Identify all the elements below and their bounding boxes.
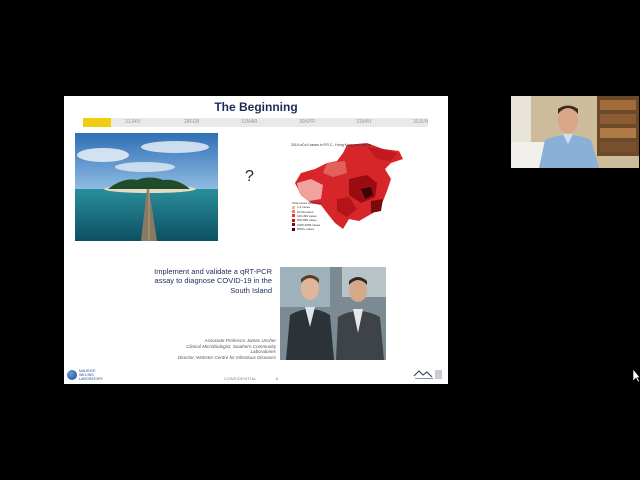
page-number: 6 (276, 376, 279, 381)
legend-label: 5000+ cases (297, 227, 315, 232)
legend-item: 5000+ cases (292, 227, 321, 231)
researchers-photo (280, 267, 386, 360)
photo-caption: Associate Professor James Ussher Clinica… (160, 338, 276, 361)
presentation-slide: The Beginning 31JAN 28FEB 31MAR 30APR 31… (64, 96, 448, 384)
legend-swatch (292, 227, 295, 231)
mouse-cursor-icon (632, 368, 640, 383)
university-logo-icon (412, 368, 444, 381)
legend-swatch (292, 210, 295, 214)
lab-logo-icon (67, 370, 77, 380)
map-legend: Total cases confirmed 1-9 cases 10-99 ca… (292, 201, 321, 231)
webcam-video (511, 96, 639, 168)
timeline-bar: 31JAN 28FEB 31MAR 30APR 31MAY 30JUN (83, 118, 428, 127)
legend-swatch (292, 223, 295, 227)
timeline-label: 28FEB (184, 119, 200, 125)
legend-label: 10-99 cases (297, 209, 314, 214)
timeline-label: 31MAY (356, 119, 373, 125)
map-title: 2019-nCoV cases in P.R.C., Hong Kong and… (291, 143, 372, 147)
slide-title: The Beginning (214, 100, 298, 114)
legend-label: 100-499 cases (297, 213, 317, 218)
china-case-map: 2019-nCoV cases in P.R.C., Hong Kong and… (287, 139, 409, 235)
caption-line: Director, Webster Centre for Infectious … (177, 355, 276, 361)
lab-logo-text: MAURICE WILKINS LABORATORY (79, 369, 104, 381)
legend-swatch (292, 205, 295, 209)
timeline-label: 30APR (299, 119, 315, 125)
legend-swatch (292, 218, 295, 222)
question-mark: ? (245, 168, 254, 185)
timeline-label: 31MAR (241, 119, 258, 125)
confidential-label: CONFIDENTIAL (224, 376, 257, 381)
timeline-label: 30JUN (413, 119, 429, 125)
island-photo (75, 133, 218, 241)
legend-label: 500-999 cases (297, 218, 317, 223)
legend-swatch (292, 214, 295, 218)
timeline-progress (83, 118, 111, 127)
slide-statement: Implement and validate a qRT-PCR assay t… (154, 267, 272, 295)
timeline-label: 31JAN (125, 119, 141, 125)
caption-line: Clinical Microbiologist, Southern Commun… (186, 343, 276, 355)
legend-label: 1000-4999 cases (297, 222, 321, 227)
footer-logo: MAURICE WILKINS LABORATORY (67, 369, 111, 381)
legend-label: 1-9 cases (297, 205, 311, 210)
